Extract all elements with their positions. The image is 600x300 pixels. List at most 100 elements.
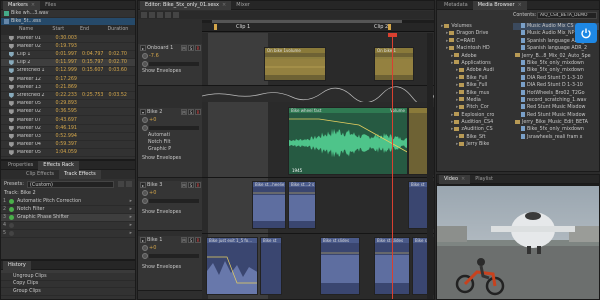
eq-icon[interactable] xyxy=(173,12,179,18)
file-row-1[interactable]: Bike wh...3.wav xyxy=(1,10,135,19)
tab-history[interactable]: History xyxy=(3,261,31,270)
tab-properties[interactable]: Properties xyxy=(3,161,38,170)
pan-knob[interactable] xyxy=(142,198,148,204)
record-button[interactable]: R xyxy=(195,182,201,188)
effect-dropdown-icon[interactable]: ▸ xyxy=(130,199,132,204)
marker-row[interactable]: Stretched 1 0:12.999 0:15.607 0:03.60 xyxy=(1,67,135,76)
record-button[interactable]: R xyxy=(195,237,201,243)
track-name[interactable]: Bike 2 xyxy=(147,109,181,115)
expand-arrow-icon[interactable]: ▸ xyxy=(456,142,458,147)
tab-markers[interactable]: Markers × xyxy=(3,1,41,10)
delete-preset-icon[interactable] xyxy=(126,181,132,187)
expand-arrow-icon[interactable]: ▸ xyxy=(456,91,458,96)
file-list-item[interactable]: Bike_5fx_only_mixdown xyxy=(513,126,599,133)
fx-slot-2[interactable]: Notch Filt xyxy=(138,139,202,146)
volume-icon[interactable] xyxy=(149,12,155,18)
file-list-item[interactable]: Red Stunt Music Mixdow xyxy=(513,111,599,119)
expand-arrow-icon[interactable]: ▸ xyxy=(451,54,453,59)
pan-knob[interactable] xyxy=(142,61,148,67)
volume-knob[interactable] xyxy=(142,117,148,123)
expand-arrow-icon[interactable]: ▸ xyxy=(456,68,458,73)
clip-bike1-c[interactable]: Bike st slides xyxy=(320,237,360,295)
tab-editor[interactable]: Editor: Bike_5tx_only_01.sesx × xyxy=(140,1,232,10)
drive-tree-item[interactable]: ▸ Macintosh HD xyxy=(439,45,511,52)
drive-tree-item[interactable]: ▸ Media xyxy=(439,97,511,104)
drive-tree-item[interactable]: ▸ Jerry Bike xyxy=(439,141,511,148)
volume-knob[interactable] xyxy=(142,53,148,59)
track-name[interactable]: Bike 1 xyxy=(147,237,181,243)
timeline-area[interactable]: On bike 1volume On bike 1 Bike wheel fas… xyxy=(202,33,434,299)
effect-dropdown-icon[interactable]: ▸ xyxy=(130,207,132,212)
tab-clip-effects[interactable]: Clip Effects xyxy=(21,170,59,179)
in-point-marker[interactable] xyxy=(214,24,217,30)
zoom-navigator-thumb[interactable] xyxy=(212,20,402,23)
marker-row[interactable]: Marker 03 0:52.994 xyxy=(1,133,135,141)
expand-arrow-icon[interactable]: ▸ xyxy=(456,98,458,103)
tab-metadata[interactable]: Metadata xyxy=(439,1,473,10)
marker-row[interactable]: Marker 13 0:21.869 xyxy=(1,84,135,92)
record-button[interactable]: R xyxy=(195,45,201,51)
volume-knob[interactable] xyxy=(142,245,148,251)
expand-arrow-icon[interactable]: ▸ xyxy=(456,83,458,88)
show-envelopes-dropdown[interactable]: Show Envelopes xyxy=(138,209,202,217)
marker-row[interactable]: Marker 07 0:43.697 xyxy=(1,116,135,125)
input-selector[interactable] xyxy=(149,254,199,258)
effect-slot[interactable]: 5 ▸ xyxy=(1,230,135,238)
record-button[interactable]: R xyxy=(195,109,201,115)
col-duration-header[interactable]: Duration xyxy=(107,27,135,32)
fx-slot-3[interactable]: Graphic P xyxy=(138,146,202,153)
clip-onboard-b[interactable]: On bike 1 xyxy=(374,47,414,81)
file-list-item[interactable]: DIA Red Stunt D 1-3-10 xyxy=(513,74,599,82)
pan-knob[interactable] xyxy=(142,125,148,131)
drive-tree-item[interactable]: ▸ zAudition_CS xyxy=(439,126,511,133)
expand-arrow-icon[interactable]: ▸ xyxy=(451,113,453,118)
track-expand-icon[interactable]: ▾ xyxy=(140,109,146,115)
timeline-ruler[interactable]: Clip 1 Clip 2 xyxy=(202,20,434,32)
effect-dropdown-icon[interactable]: ▸ xyxy=(130,215,132,220)
show-envelopes-dropdown[interactable]: Show Envelopes xyxy=(138,155,202,163)
drive-tree-item[interactable]: ▸ Applications xyxy=(439,60,511,67)
track-name[interactable]: Bike 3 xyxy=(147,182,181,188)
marker-row[interactable]: Clip 1 0:01.997 0:04.797 0:02.70 xyxy=(1,51,135,60)
power-icon[interactable] xyxy=(575,23,597,43)
expand-arrow-icon[interactable]: ▸ xyxy=(446,39,448,44)
tab-media-browser[interactable]: Media Browser × xyxy=(472,1,527,10)
tab-files[interactable]: Files xyxy=(40,1,61,10)
effect-slot[interactable]: 4 ▸ xyxy=(1,222,135,230)
playhead-handle[interactable] xyxy=(388,33,397,37)
expand-arrow-icon[interactable]: ▸ xyxy=(456,135,458,140)
contents-path-dropdown[interactable]: AIQ_CS4_BETA_DEMO xyxy=(537,12,597,19)
drive-tree-item[interactable]: ▸ Dragon Drive xyxy=(439,30,511,37)
expand-arrow-icon[interactable]: ▸ xyxy=(456,76,458,81)
marker-row[interactable]: Marker 05 0:29.893 xyxy=(1,100,135,109)
effect-slot[interactable]: 3 Graphic Phase Shifter ▸ xyxy=(1,214,135,222)
track-expand-icon[interactable]: ▸ xyxy=(140,182,146,188)
file-list-item[interactable]: DIA Red Stunt D 1-3-10 xyxy=(513,82,599,89)
drive-tree-item[interactable]: ▸ Pitch_Cor xyxy=(439,104,511,111)
marker-row[interactable]: Stretched 2 0:22.233 0:25.753 0:03.52 xyxy=(1,92,135,101)
fx-icon[interactable] xyxy=(157,12,163,18)
sends-icon[interactable] xyxy=(165,12,171,18)
file-list-item[interactable]: Jerry_Bike_Music_Edit_BETA xyxy=(513,119,599,126)
drive-tree-item[interactable]: ▸ Audition_CS4 xyxy=(439,119,511,126)
tab-effects-rack[interactable]: Effects Rack xyxy=(38,161,79,170)
mute-button[interactable]: M xyxy=(181,182,187,188)
marker-row[interactable]: Marker 12 0:17.269 xyxy=(1,76,135,84)
expand-arrow-icon[interactable]: ▸ xyxy=(451,120,453,125)
clip-onboard-a[interactable]: On bike 1volume xyxy=(264,47,326,81)
drive-tree-item[interactable]: ▸ Bike_Full xyxy=(439,82,511,89)
input-selector[interactable] xyxy=(149,62,199,66)
clip-bike3-a[interactable]: Bike st...heelie 1 xyxy=(252,181,286,229)
solo-button[interactable]: S xyxy=(188,237,194,243)
effect-dropdown-icon[interactable]: ▸ xyxy=(130,223,132,228)
out-point-marker[interactable] xyxy=(388,24,391,30)
tab-track-effects[interactable]: Track Effects xyxy=(59,170,101,179)
file-list-item[interactable]: HotWheels_Bro02_T2Go xyxy=(513,89,599,97)
marker-row[interactable]: Clip 2 0:11.997 0:15.797 0:02.70 xyxy=(1,59,135,68)
drive-tree-item[interactable]: ▸ Bike_Full xyxy=(439,75,511,82)
drive-tree-item[interactable]: ▸ Adobe xyxy=(439,53,511,60)
track-expand-icon[interactable]: ▸ xyxy=(140,237,146,243)
pan-knob[interactable] xyxy=(142,253,148,259)
track-controls-icon[interactable] xyxy=(141,12,147,18)
solo-button[interactable]: S xyxy=(188,45,194,51)
